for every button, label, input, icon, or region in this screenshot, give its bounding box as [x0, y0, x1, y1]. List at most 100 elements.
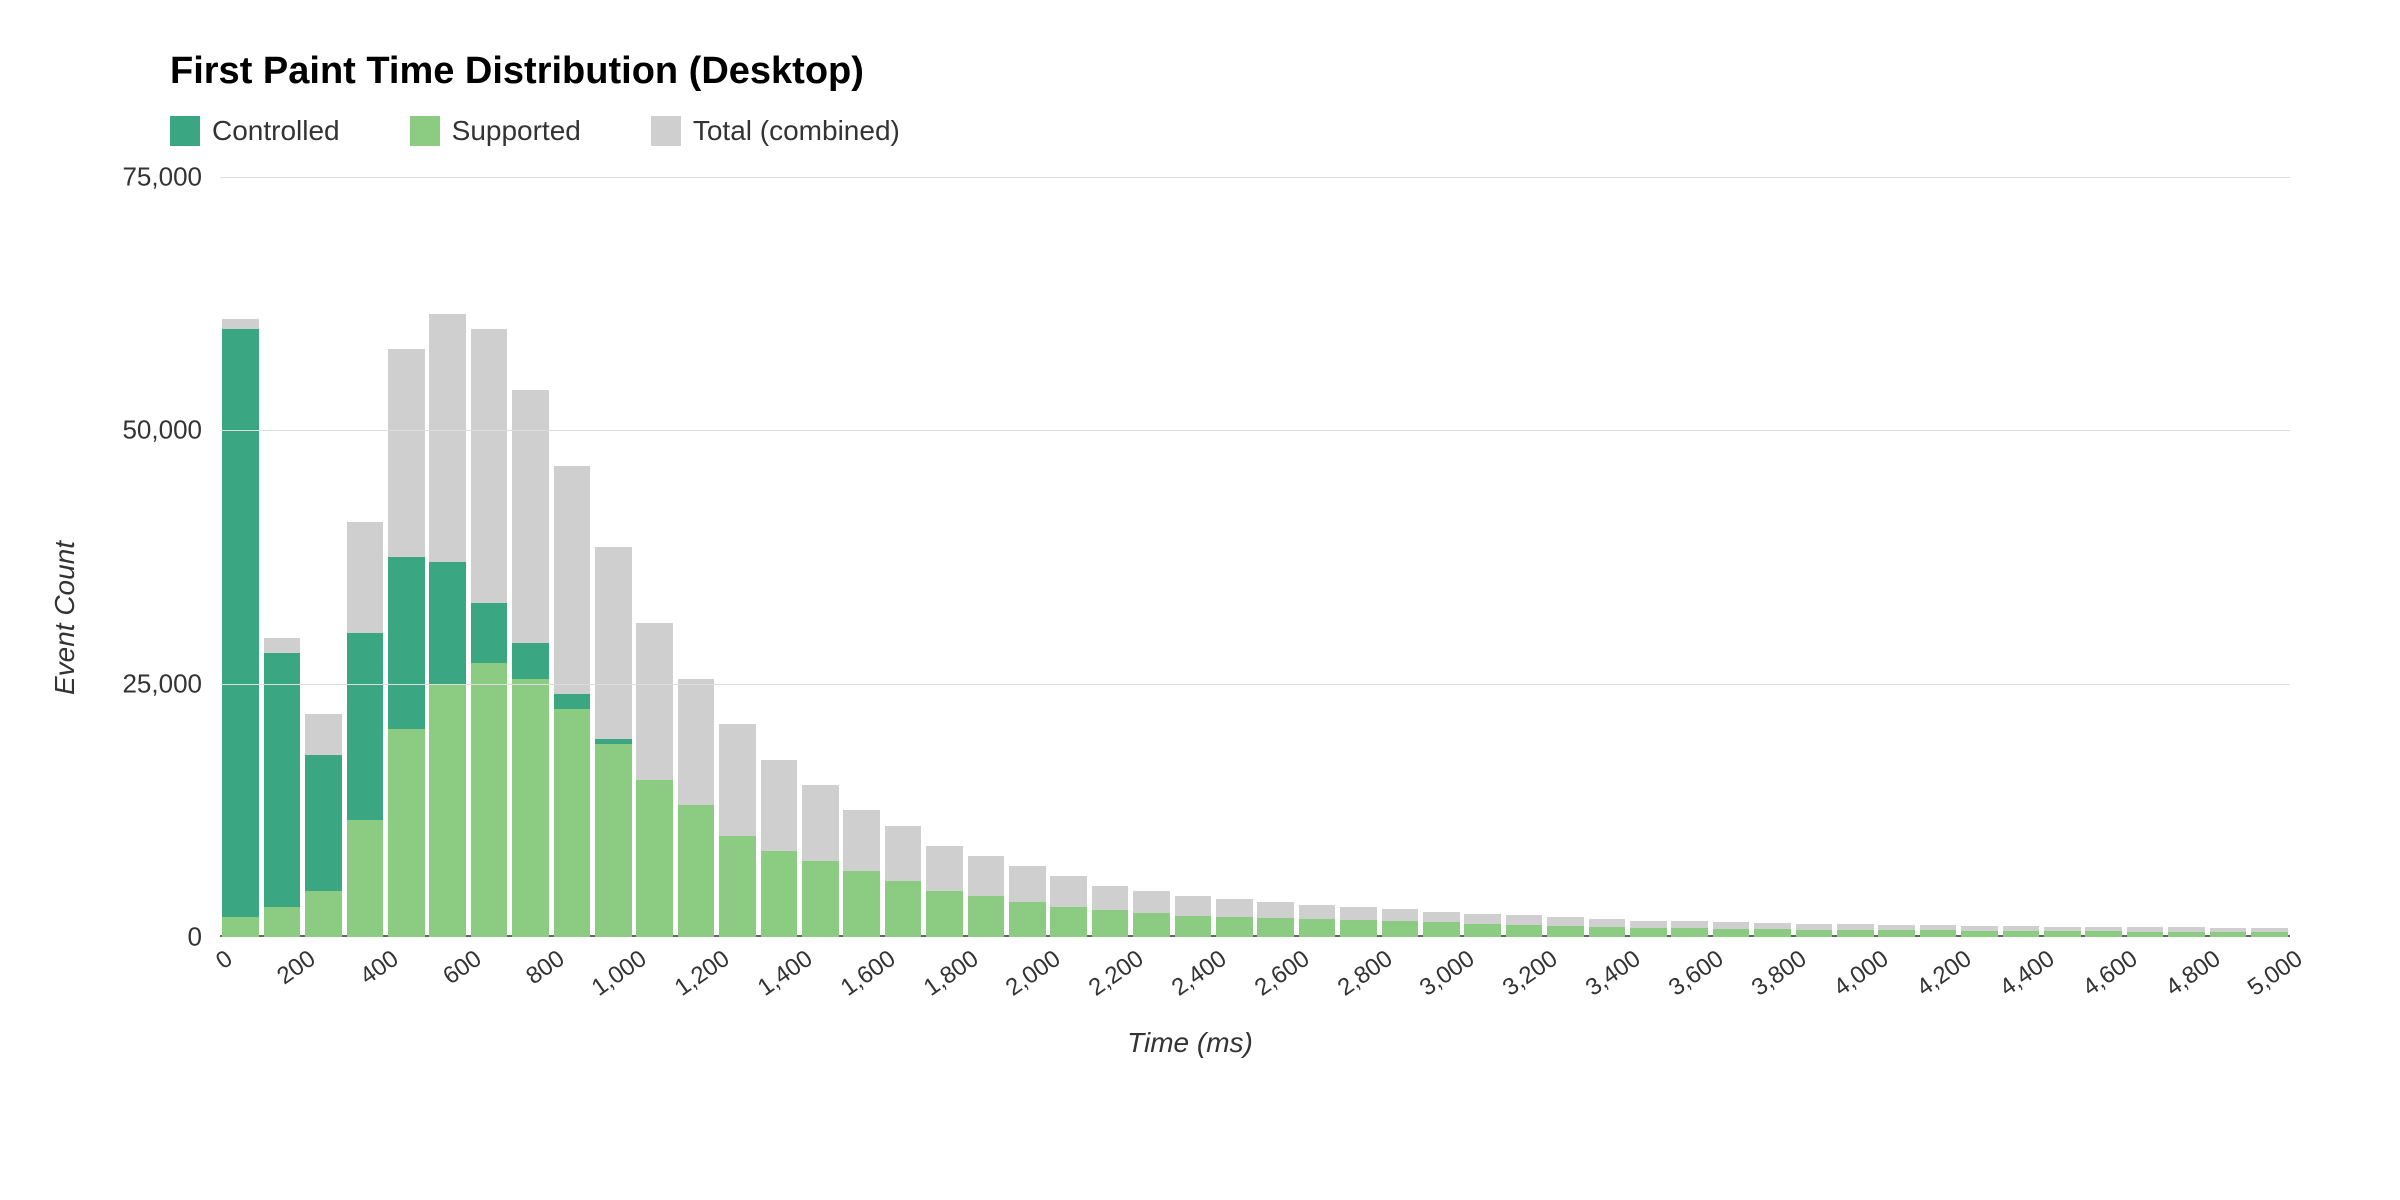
bar-supported — [1878, 930, 1914, 937]
legend-swatch-total — [651, 116, 681, 146]
x-tick-label: 3,400 — [1581, 945, 1646, 1002]
x-tick-label: 4,000 — [1829, 945, 1894, 1002]
bar-supported — [2210, 932, 2246, 937]
bar-supported — [2127, 932, 2163, 937]
bar-supported — [1299, 919, 1335, 937]
bar-supported — [347, 820, 383, 937]
legend-item-total: Total (combined) — [651, 115, 900, 147]
gridline — [220, 684, 2290, 685]
bar-supported — [305, 891, 341, 937]
legend-label-supported: Supported — [452, 115, 581, 147]
bar-supported — [885, 881, 921, 937]
legend-item-controlled: Controlled — [170, 115, 340, 147]
bar-controlled — [264, 653, 300, 937]
bar-supported — [1837, 930, 1873, 937]
bar-supported — [761, 851, 797, 937]
bar-supported — [636, 780, 672, 937]
bar-supported — [678, 805, 714, 937]
bar-supported — [926, 891, 962, 937]
bar-controlled — [222, 329, 258, 937]
bar-supported — [1340, 920, 1376, 937]
bar-supported — [1464, 924, 1500, 937]
x-tick-label: 400 — [355, 945, 404, 991]
x-tick-label: 800 — [521, 945, 570, 991]
legend-swatch-controlled — [170, 116, 200, 146]
x-tick-label: 2,200 — [1084, 945, 1149, 1002]
bar-supported — [1050, 907, 1086, 937]
x-tick-label: 600 — [438, 945, 487, 991]
bar-supported — [222, 917, 258, 937]
bar-supported — [554, 709, 590, 937]
legend-swatch-supported — [410, 116, 440, 146]
bar-supported — [595, 744, 631, 937]
bar-supported — [802, 861, 838, 937]
x-tick-label: 0 — [212, 945, 239, 976]
bar-supported — [1961, 931, 1997, 937]
chart-area: Event Count 025,00050,00075,000020040060… — [90, 177, 2290, 1059]
x-tick-label: 2,000 — [1001, 945, 1066, 1002]
x-tick-label: 4,800 — [2160, 945, 2225, 1002]
y-tick-label: 75,000 — [122, 162, 202, 193]
bar-supported — [2085, 931, 2121, 937]
x-tick-label: 2,600 — [1250, 945, 1315, 1002]
bars-container — [220, 177, 2290, 937]
legend: Controlled Supported Total (combined) — [170, 115, 2310, 147]
x-tick-label: 1,400 — [753, 945, 818, 1002]
bar-supported — [1630, 928, 1666, 937]
gridline — [220, 430, 2290, 431]
bar-supported — [512, 679, 548, 937]
bar-supported — [1796, 930, 1832, 937]
x-tick-label: 2,800 — [1332, 945, 1397, 1002]
bar-supported — [843, 871, 879, 937]
bar-supported — [1713, 929, 1749, 937]
bar-supported — [1382, 921, 1418, 937]
y-tick-label: 25,000 — [122, 668, 202, 699]
legend-item-supported: Supported — [410, 115, 581, 147]
bar-supported — [968, 896, 1004, 937]
bar-supported — [1423, 922, 1459, 937]
x-tick-label: 4,600 — [2078, 945, 2143, 1002]
bar-supported — [471, 663, 507, 937]
bar-supported — [1920, 930, 1956, 937]
x-tick-label: 3,200 — [1498, 945, 1563, 1002]
x-axis-label: Time (ms) — [90, 1027, 2290, 1059]
y-tick-label: 0 — [188, 922, 202, 953]
bar-supported — [719, 836, 755, 937]
x-tick-label: 200 — [272, 945, 321, 991]
x-tick-label: 3,800 — [1746, 945, 1811, 1002]
x-tick-label: 1,800 — [918, 945, 983, 1002]
bar-supported — [1671, 928, 1707, 937]
bar-supported — [1009, 902, 1045, 937]
bar-supported — [388, 729, 424, 937]
bar-supported — [1175, 916, 1211, 937]
bar-supported — [1547, 926, 1583, 937]
bar-supported — [429, 684, 465, 937]
bar-supported — [1754, 929, 1790, 937]
x-tick-label: 3,000 — [1415, 945, 1480, 1002]
x-tick-label: 4,200 — [1912, 945, 1977, 1002]
x-tick-label: 1,000 — [587, 945, 652, 1002]
bar-supported — [1133, 913, 1169, 937]
x-tick-label: 2,400 — [1167, 945, 1232, 1002]
bar-supported — [2044, 931, 2080, 937]
x-tick-label: 1,600 — [836, 945, 901, 1002]
plot-area: 025,00050,00075,00002004006008001,0001,2… — [220, 177, 2290, 937]
x-tick-label: 3,600 — [1664, 945, 1729, 1002]
bar-supported — [1216, 917, 1252, 937]
chart-title: First Paint Time Distribution (Desktop) — [170, 50, 2310, 93]
legend-label-controlled: Controlled — [212, 115, 340, 147]
bar-supported — [1589, 927, 1625, 937]
bar-supported — [1506, 925, 1542, 937]
x-tick-label: 5,000 — [2243, 945, 2308, 1002]
bar-supported — [1092, 910, 1128, 937]
bar-supported — [1257, 918, 1293, 937]
y-axis-label: Event Count — [49, 541, 81, 695]
x-tick-label: 1,200 — [670, 945, 735, 1002]
y-tick-label: 50,000 — [122, 415, 202, 446]
x-tick-label: 4,400 — [1995, 945, 2060, 1002]
bar-supported — [264, 907, 300, 937]
bar-supported — [2003, 931, 2039, 937]
bar-supported — [2168, 932, 2204, 937]
legend-label-total: Total (combined) — [693, 115, 900, 147]
gridline — [220, 177, 2290, 178]
